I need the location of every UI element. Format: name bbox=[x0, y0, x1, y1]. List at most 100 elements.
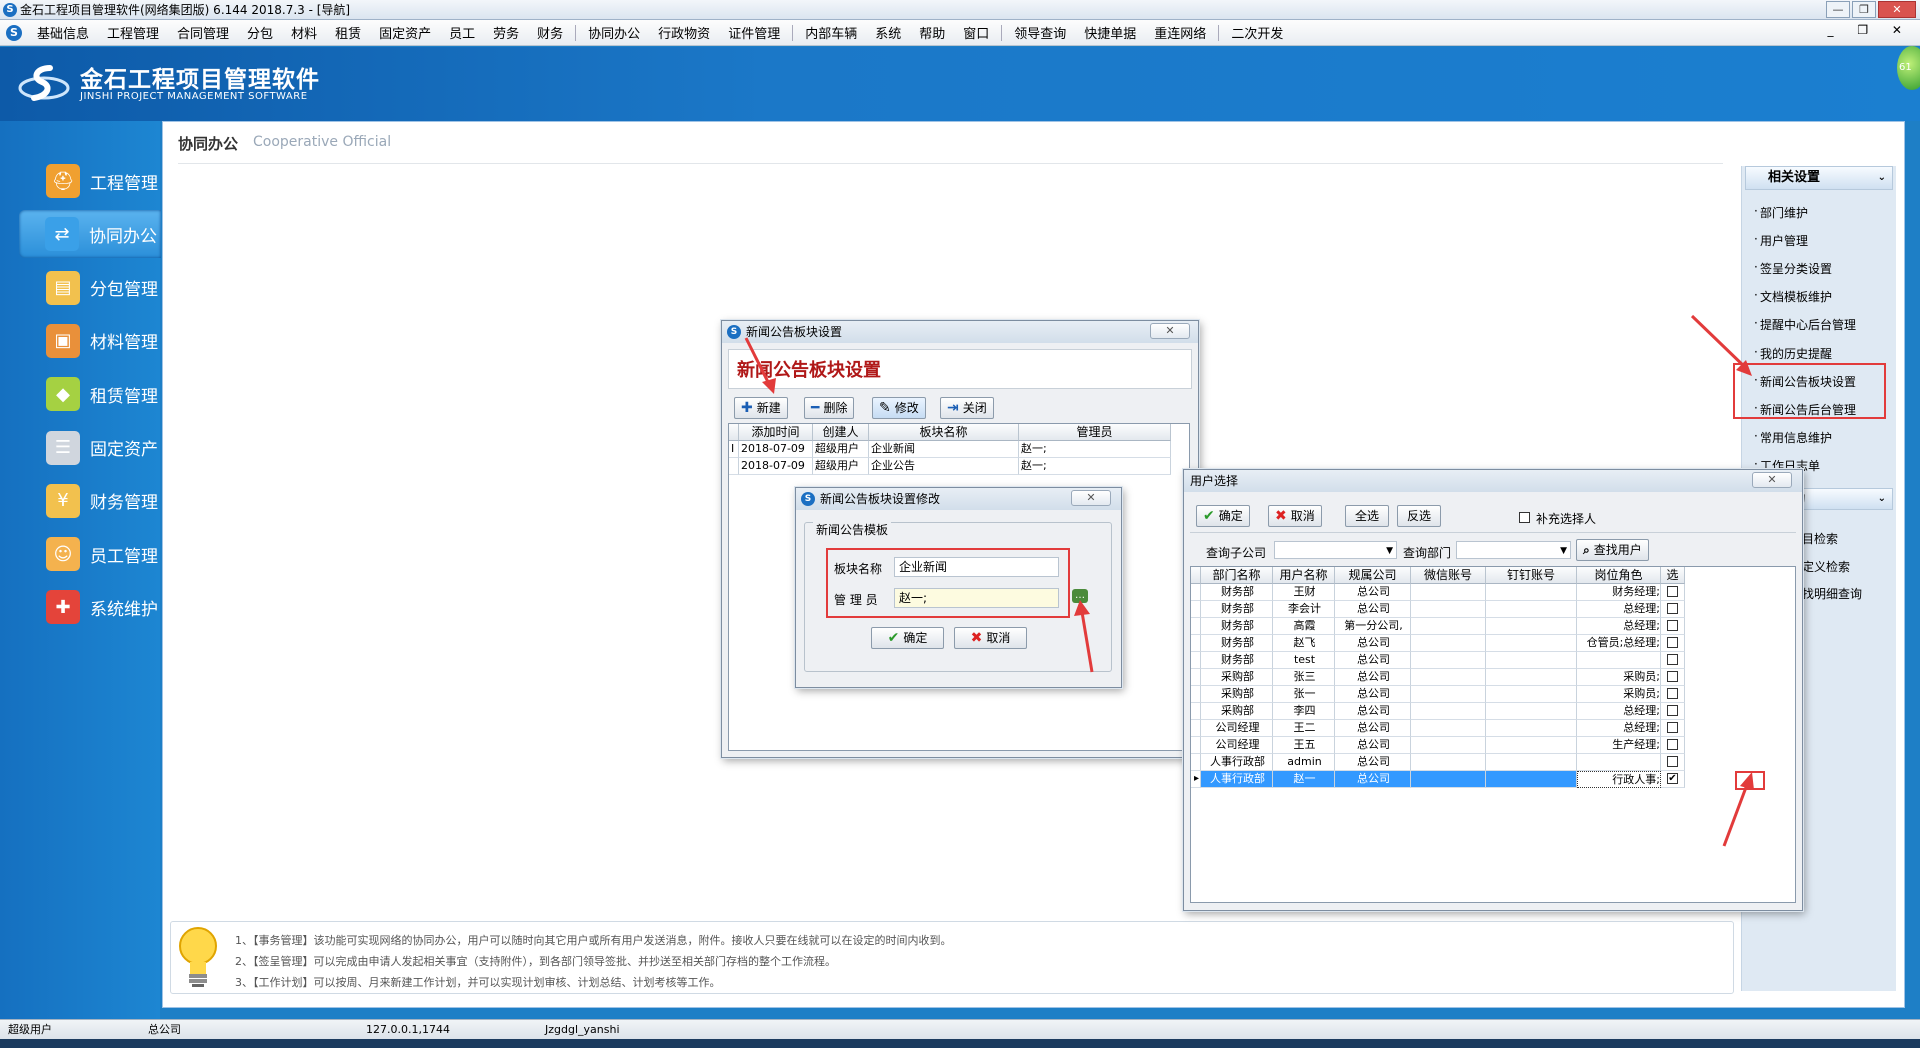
sidebar-item-1[interactable]: ⛑ 工程管理 bbox=[20, 157, 160, 205]
table-cell[interactable] bbox=[1661, 652, 1685, 669]
query-link[interactable]: 找明细查询 bbox=[1796, 585, 1862, 602]
table-cell[interactable] bbox=[1411, 737, 1486, 754]
sidebar-item-2[interactable]: ⇄ 协同办公 bbox=[19, 210, 161, 259]
row-select-checkbox[interactable] bbox=[1667, 671, 1678, 682]
table-cell[interactable] bbox=[1661, 601, 1685, 618]
menu-item[interactable]: 领导查询 bbox=[1005, 23, 1075, 42]
table-cell[interactable] bbox=[1486, 652, 1577, 669]
table-cell[interactable]: 财务部 bbox=[1201, 584, 1273, 601]
table-cell[interactable] bbox=[1486, 754, 1577, 771]
related-link[interactable]: 文档模板维护 bbox=[1754, 288, 1832, 305]
table-cell[interactable] bbox=[1411, 720, 1486, 737]
row-select-checkbox[interactable] bbox=[1667, 705, 1678, 716]
column-header[interactable]: 板块名称 bbox=[869, 424, 1019, 441]
table-cell[interactable] bbox=[1191, 737, 1201, 754]
table-cell[interactable]: 李会计 bbox=[1273, 601, 1335, 618]
table-cell[interactable] bbox=[1577, 652, 1661, 669]
table-cell[interactable] bbox=[1661, 720, 1685, 737]
sidebar-item-9[interactable]: ✚ 系统维护 bbox=[20, 583, 160, 631]
table-cell[interactable] bbox=[1486, 669, 1577, 686]
table-cell[interactable]: 公司经理 bbox=[1201, 737, 1273, 754]
menu-item[interactable]: 窗口 bbox=[954, 23, 998, 42]
invert-selection-button[interactable]: 反选 bbox=[1397, 505, 1441, 527]
menu-item[interactable]: 内部车辆 bbox=[796, 23, 866, 42]
dept-select[interactable]: ▼ bbox=[1456, 541, 1571, 559]
sidebar-item-7[interactable]: ¥ 财务管理 bbox=[20, 477, 160, 525]
row-select-checkbox[interactable] bbox=[1667, 620, 1678, 631]
row-select-checkbox[interactable] bbox=[1667, 756, 1678, 767]
table-cell[interactable]: 采购员; bbox=[1577, 686, 1661, 703]
table-cell[interactable]: 高霞 bbox=[1273, 618, 1335, 635]
table-cell[interactable] bbox=[1191, 720, 1201, 737]
menu-item[interactable]: 租赁 bbox=[326, 23, 370, 42]
table-cell[interactable]: 财务部 bbox=[1201, 618, 1273, 635]
table-cell[interactable] bbox=[1661, 635, 1685, 652]
sidebar-item-5[interactable]: ◆ 租赁管理 bbox=[20, 370, 160, 418]
table-cell[interactable]: 采购部 bbox=[1201, 669, 1273, 686]
table-cell[interactable]: 总经理; bbox=[1577, 618, 1661, 635]
table-cell[interactable] bbox=[1661, 737, 1685, 754]
row-select-checkbox[interactable] bbox=[1667, 688, 1678, 699]
menu-item[interactable]: 合同管理 bbox=[168, 23, 238, 42]
table-cell[interactable]: 总公司 bbox=[1335, 584, 1411, 601]
table-cell[interactable]: 赵一; bbox=[1019, 441, 1171, 458]
table-cell[interactable]: 张三 bbox=[1273, 669, 1335, 686]
row-select-checkbox[interactable]: ✔ bbox=[1667, 773, 1678, 784]
column-header[interactable] bbox=[1191, 567, 1201, 584]
table-cell[interactable] bbox=[1191, 584, 1201, 601]
column-header[interactable]: 规属公司 bbox=[1335, 567, 1411, 584]
column-header[interactable]: 部门名称 bbox=[1201, 567, 1273, 584]
table-cell[interactable]: 赵飞 bbox=[1273, 635, 1335, 652]
table-cell[interactable] bbox=[1191, 669, 1201, 686]
table-cell[interactable] bbox=[1411, 669, 1486, 686]
table-cell[interactable] bbox=[1661, 754, 1685, 771]
column-header[interactable] bbox=[729, 424, 739, 441]
close-icon[interactable]: ✕ bbox=[1150, 323, 1190, 339]
query-link[interactable]: 定义检索 bbox=[1796, 558, 1850, 575]
menu-item[interactable]: 分包 bbox=[238, 23, 282, 42]
table-cell[interactable] bbox=[1411, 652, 1486, 669]
sidebar-item-6[interactable]: ☰ 固定资产 bbox=[20, 424, 160, 472]
menu-item[interactable]: 财务 bbox=[528, 23, 572, 42]
table-cell[interactable] bbox=[1486, 686, 1577, 703]
menu-item[interactable]: 帮助 bbox=[910, 23, 954, 42]
query-section-header[interactable]: 询 ⌄ bbox=[1790, 488, 1893, 510]
related-link[interactable]: 常用信息维护 bbox=[1754, 429, 1832, 446]
table-cell[interactable]: 采购部 bbox=[1201, 703, 1273, 720]
table-cell[interactable] bbox=[1486, 703, 1577, 720]
confirm-button[interactable]: ✔ 确定 bbox=[1196, 505, 1250, 527]
menu-item[interactable]: 证件管理 bbox=[719, 23, 789, 42]
column-header[interactable]: 用户名称 bbox=[1273, 567, 1335, 584]
column-header[interactable]: 创建人 bbox=[813, 424, 869, 441]
menu-item[interactable]: 材料 bbox=[282, 23, 326, 42]
ok-button[interactable]: ✔ 确定 bbox=[871, 627, 944, 649]
menu-item[interactable]: 快捷单据 bbox=[1075, 23, 1145, 42]
menu-item[interactable]: 劳务 bbox=[484, 23, 528, 42]
table-cell[interactable] bbox=[1191, 601, 1201, 618]
table-cell[interactable] bbox=[1191, 754, 1201, 771]
column-header[interactable]: 微信账号 bbox=[1411, 567, 1486, 584]
table-cell[interactable]: 采购部 bbox=[1201, 686, 1273, 703]
menu-item[interactable]: 协同办公 bbox=[579, 23, 649, 42]
table-cell[interactable]: admin bbox=[1273, 754, 1335, 771]
table-cell[interactable]: 总公司 bbox=[1335, 771, 1411, 788]
table-cell[interactable]: 财务部 bbox=[1201, 635, 1273, 652]
row-select-checkbox[interactable] bbox=[1667, 739, 1678, 750]
column-header[interactable]: 选 bbox=[1661, 567, 1685, 584]
table-cell[interactable]: 总公司 bbox=[1335, 686, 1411, 703]
table-cell[interactable]: 2018-07-09 bbox=[739, 458, 813, 475]
table-cell[interactable]: 人事行政部 bbox=[1201, 754, 1273, 771]
sidebar-item-3[interactable]: ▤ 分包管理 bbox=[20, 264, 160, 312]
menu-item[interactable]: 重连网络 bbox=[1145, 23, 1215, 42]
table-cell[interactable] bbox=[1191, 652, 1201, 669]
table-cell[interactable] bbox=[1661, 703, 1685, 720]
select-all-button[interactable]: 全选 bbox=[1345, 505, 1389, 527]
table-cell[interactable]: 李四 bbox=[1273, 703, 1335, 720]
table-cell[interactable]: 企业新闻 bbox=[869, 441, 1019, 458]
cancel-button[interactable]: ✖ 取消 bbox=[1268, 505, 1322, 527]
menu-item[interactable]: 二次开发 bbox=[1222, 23, 1292, 42]
table-cell[interactable]: 行政人事; bbox=[1577, 771, 1661, 788]
table-cell[interactable] bbox=[1411, 754, 1486, 771]
column-header[interactable]: 钉钉账号 bbox=[1486, 567, 1577, 584]
row-select-checkbox[interactable] bbox=[1667, 637, 1678, 648]
